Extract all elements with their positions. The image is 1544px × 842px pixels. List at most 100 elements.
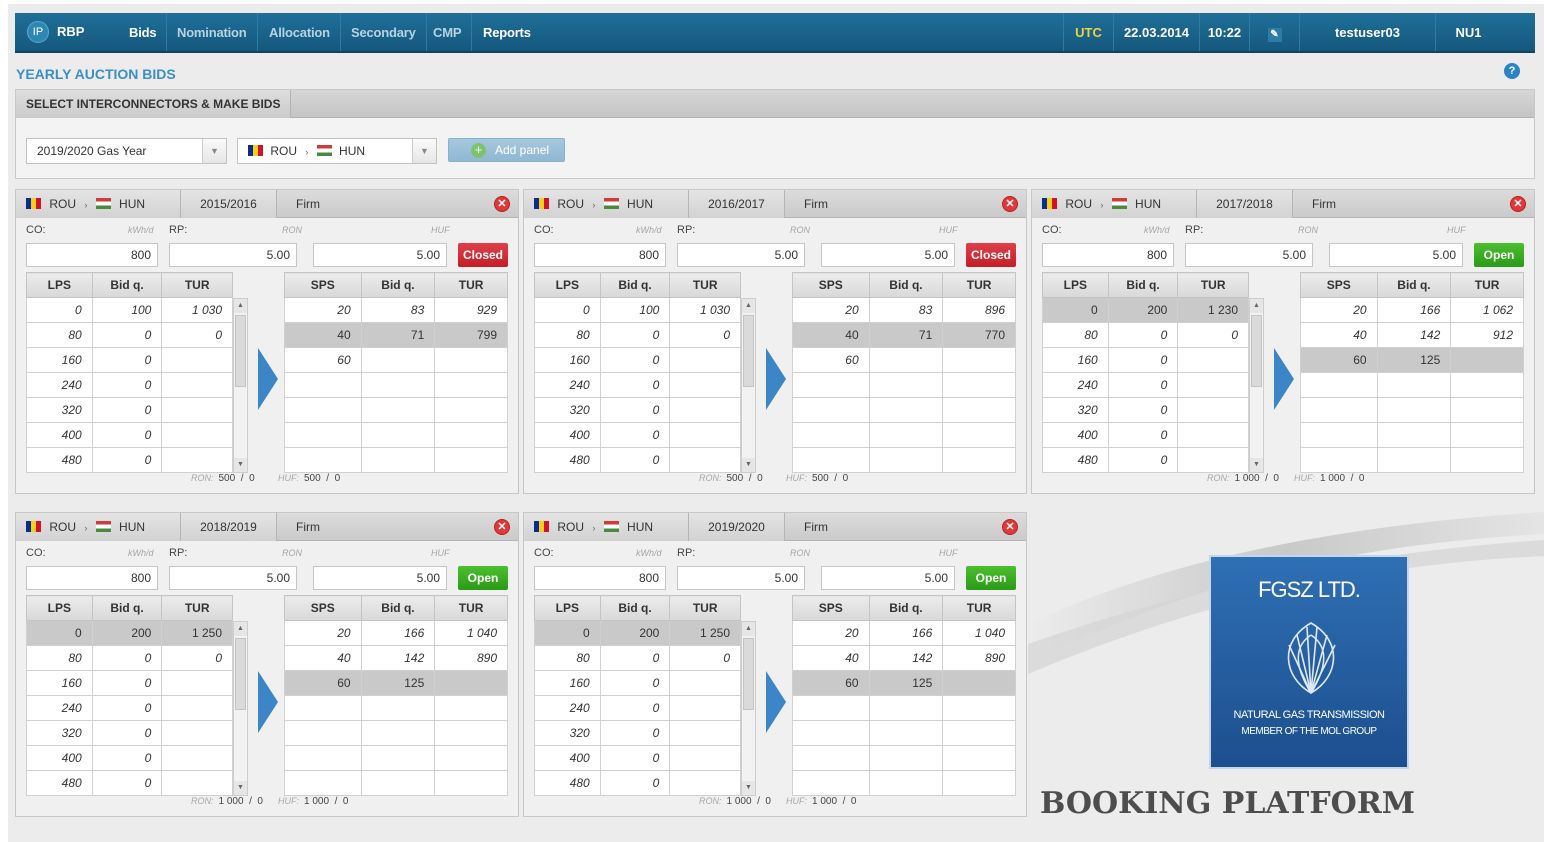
sps-header[interactable]: SPS — [792, 272, 870, 298]
lps-cell[interactable]: 0 — [91, 670, 163, 696]
huf-input[interactable]: 5.00 — [1329, 243, 1463, 267]
transfer-arrow-icon[interactable] — [766, 671, 786, 733]
lps-row[interactable]: 0 200 1 230 — [1042, 297, 1249, 323]
lps-cell[interactable] — [161, 670, 233, 696]
lps-cell[interactable]: 1 250 — [669, 620, 741, 646]
sps-cell[interactable] — [868, 720, 944, 746]
sps-header[interactable]: SPS — [284, 272, 362, 298]
scroll-down-icon[interactable]: ▼ — [742, 458, 755, 472]
lps-cell[interactable]: 0 — [1107, 422, 1179, 448]
sps-cell[interactable] — [792, 745, 870, 771]
close-icon[interactable]: ✕ — [1002, 196, 1018, 212]
lps-header[interactable]: LPS — [26, 272, 93, 298]
sps-header[interactable]: SPS — [792, 595, 870, 621]
sps-row[interactable] — [792, 770, 1016, 796]
lps-cell[interactable]: 160 — [534, 347, 601, 373]
sps-cell[interactable] — [792, 447, 870, 473]
sps-cell[interactable] — [434, 670, 508, 696]
lps-cell[interactable]: 480 — [534, 770, 601, 796]
sps-row[interactable] — [792, 745, 1016, 771]
huf-input[interactable]: 5.00 — [821, 566, 955, 590]
sps-cell[interactable] — [942, 347, 1016, 373]
sps-cell[interactable]: 20 — [284, 620, 362, 646]
sps-cell[interactable] — [284, 447, 362, 473]
lps-cell[interactable]: 0 — [534, 297, 601, 323]
lps-cell[interactable] — [669, 422, 741, 448]
lps-cell[interactable]: 480 — [26, 447, 93, 473]
tur-header[interactable]: TUR — [669, 272, 741, 298]
sps-cell[interactable] — [1450, 447, 1524, 473]
lps-cell[interactable]: 400 — [26, 422, 93, 448]
sps-cell[interactable] — [942, 372, 1016, 398]
lps-cell[interactable] — [669, 670, 741, 696]
sps-header[interactable]: SPS — [284, 595, 362, 621]
lps-cell[interactable]: 0 — [26, 620, 93, 646]
sps-cell[interactable] — [360, 695, 436, 721]
sps-cell[interactable] — [942, 745, 1016, 771]
scroll-up-icon[interactable]: ▲ — [1250, 299, 1263, 313]
lps-cell[interactable]: 240 — [26, 372, 93, 398]
sps-cell[interactable] — [434, 447, 508, 473]
sps-cell[interactable] — [792, 720, 870, 746]
sps-cell[interactable] — [434, 347, 508, 373]
co-input[interactable]: 800 — [26, 243, 158, 267]
lps-cell[interactable]: 0 — [1042, 297, 1109, 323]
lps-cell[interactable]: 0 — [91, 422, 163, 448]
lps-cell[interactable] — [669, 770, 741, 796]
co-input[interactable]: 800 — [26, 566, 158, 590]
sps-row[interactable] — [1300, 372, 1524, 398]
rp-input[interactable]: 5.00 — [1185, 243, 1313, 267]
lps-row[interactable]: 160 0 — [534, 670, 741, 696]
sps-row[interactable] — [284, 770, 508, 796]
sps-cell[interactable]: 142 — [868, 645, 944, 671]
lps-cell[interactable]: 0 — [669, 645, 741, 671]
lps-cell[interactable] — [1177, 422, 1249, 448]
sps-cell[interactable]: 20 — [792, 620, 870, 646]
add-panel-button[interactable]: + Add panel — [448, 138, 565, 162]
lps-row[interactable]: 400 0 — [26, 745, 233, 771]
tur-header[interactable]: TUR — [161, 595, 233, 621]
scroll-down-icon[interactable]: ▼ — [1250, 458, 1263, 472]
lps-row[interactable]: 0 100 1 030 — [534, 297, 741, 323]
sps-row[interactable] — [792, 447, 1016, 473]
bidq-header[interactable]: Bid q. — [360, 272, 436, 298]
lps-cell[interactable]: 160 — [1042, 347, 1109, 373]
lps-row[interactable]: 400 0 — [534, 422, 741, 448]
lps-row[interactable]: 480 0 — [534, 770, 741, 796]
lps-scrollbar[interactable]: ▲ ▼ — [1249, 298, 1264, 473]
sps-row[interactable]: 60 — [792, 347, 1016, 373]
tur-header[interactable]: TUR — [942, 595, 1016, 621]
tur-header[interactable]: TUR — [434, 272, 508, 298]
lps-cell[interactable]: 240 — [26, 695, 93, 721]
sps-row[interactable] — [1300, 422, 1524, 448]
sps-cell[interactable] — [434, 770, 508, 796]
sps-cell[interactable] — [942, 447, 1016, 473]
sps-cell[interactable] — [1376, 397, 1452, 423]
lps-cell[interactable]: 0 — [669, 322, 741, 348]
lps-cell[interactable]: 0 — [599, 670, 671, 696]
transfer-arrow-icon[interactable] — [258, 348, 278, 410]
sps-row[interactable] — [1300, 397, 1524, 423]
sps-cell[interactable]: 929 — [434, 297, 508, 323]
sps-row[interactable] — [792, 720, 1016, 746]
status-button[interactable]: Closed — [966, 243, 1016, 267]
lps-row[interactable]: 160 0 — [1042, 347, 1249, 373]
sps-cell[interactable] — [868, 397, 944, 423]
tur-header[interactable]: TUR — [1450, 272, 1524, 298]
sps-row[interactable]: 40 142 912 — [1300, 322, 1524, 348]
sps-cell[interactable] — [792, 422, 870, 448]
lps-row[interactable]: 400 0 — [534, 745, 741, 771]
rp-input[interactable]: 5.00 — [677, 243, 805, 267]
sps-row[interactable]: 40 71 799 — [284, 322, 508, 348]
lps-cell[interactable]: 80 — [1042, 322, 1109, 348]
sps-cell[interactable] — [284, 770, 362, 796]
lps-row[interactable]: 400 0 — [1042, 422, 1249, 448]
sps-row[interactable] — [284, 447, 508, 473]
rp-input[interactable]: 5.00 — [677, 566, 805, 590]
nav-allocation[interactable]: Allocation — [259, 13, 341, 51]
sps-cell[interactable] — [942, 720, 1016, 746]
lps-cell[interactable]: 0 — [599, 322, 671, 348]
sps-cell[interactable]: 1 040 — [942, 620, 1016, 646]
lps-row[interactable]: 80 0 0 — [26, 322, 233, 348]
lps-row[interactable]: 320 0 — [1042, 397, 1249, 423]
